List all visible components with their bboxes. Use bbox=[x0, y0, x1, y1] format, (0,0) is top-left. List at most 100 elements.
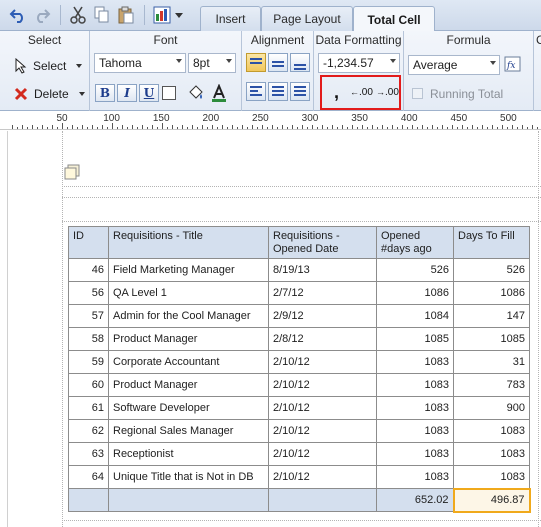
table-cell[interactable]: Unique Title that is Not in DB bbox=[108, 465, 269, 489]
table-cell[interactable]: Product Manager bbox=[108, 327, 269, 351]
report-table[interactable]: ID Requisitions - Title Requisitions - O… bbox=[68, 226, 531, 513]
table-cell[interactable]: 58 bbox=[68, 327, 109, 351]
table-cell[interactable]: QA Level 1 bbox=[108, 281, 269, 305]
border-icon[interactable] bbox=[162, 86, 176, 100]
table-cell[interactable]: 1086 bbox=[453, 281, 530, 305]
table-cell[interactable]: 1083 bbox=[376, 442, 454, 466]
underline-button[interactable]: U bbox=[139, 84, 159, 102]
table-row[interactable]: 57 Admin for the Cool Manager 2/9/12 1084 14… bbox=[68, 304, 530, 328]
table-row[interactable]: 63 Receptionist 2/10/12 1083 1083 bbox=[68, 442, 530, 466]
undo-icon[interactable] bbox=[8, 5, 28, 25]
paste-icon[interactable] bbox=[116, 5, 136, 25]
table-cell[interactable]: 1083 bbox=[453, 465, 530, 489]
align-bottom-button[interactable] bbox=[290, 53, 310, 72]
table-cell[interactable]: Product Manager bbox=[108, 373, 269, 397]
table-cell[interactable]: Software Developer bbox=[108, 396, 269, 420]
table-cell[interactable]: 1086 bbox=[376, 281, 454, 305]
number-format-dropdown[interactable]: -1,234.57 bbox=[318, 53, 400, 73]
copy-icon[interactable] bbox=[92, 5, 112, 25]
align-right-button[interactable] bbox=[290, 82, 310, 101]
selected-total-cell[interactable]: 496.87 bbox=[452, 487, 531, 513]
formula-dropdown[interactable]: Average bbox=[408, 55, 500, 75]
table-row[interactable]: 56 QA Level 1 2/7/12 1086 1086 bbox=[68, 281, 530, 305]
table-cell[interactable]: 1083 bbox=[376, 465, 454, 489]
table-cell[interactable]: 1083 bbox=[376, 373, 454, 397]
table-cell[interactable]: 56 bbox=[68, 281, 109, 305]
tab-page-layout[interactable]: Page Layout bbox=[261, 6, 353, 31]
table-cell[interactable]: 1083 bbox=[376, 396, 454, 420]
section-icon[interactable] bbox=[64, 164, 80, 183]
redo-icon[interactable] bbox=[32, 5, 52, 25]
table-cell[interactable]: Regional Sales Manager bbox=[108, 419, 269, 443]
totals-row[interactable]: 652.02 496.87 bbox=[68, 487, 531, 513]
table-cell[interactable]: 57 bbox=[68, 304, 109, 328]
table-cell[interactable]: 1085 bbox=[376, 327, 454, 351]
table-cell[interactable]: Corporate Accountant bbox=[108, 350, 269, 374]
font-color-icon[interactable] bbox=[210, 83, 228, 105]
table-row[interactable]: 62 Regional Sales Manager 2/10/12 1083 1083 bbox=[68, 419, 530, 443]
font-size-dropdown[interactable]: 8pt bbox=[188, 53, 236, 73]
table-cell[interactable]: 526 bbox=[376, 258, 454, 282]
table-cell[interactable]: 1085 bbox=[453, 327, 530, 351]
table-cell[interactable]: 2/7/12 bbox=[268, 281, 377, 305]
table-cell[interactable]: 2/10/12 bbox=[268, 419, 377, 443]
table-cell[interactable]: 62 bbox=[68, 419, 109, 443]
table-cell[interactable]: 783 bbox=[453, 373, 530, 397]
formula-fx-icon[interactable]: fx bbox=[504, 55, 522, 76]
table-cell[interactable]: 900 bbox=[453, 396, 530, 420]
total-cell[interactable] bbox=[68, 488, 109, 512]
chevron-down-icon[interactable] bbox=[175, 13, 183, 18]
column-header[interactable]: Opened #days ago bbox=[376, 226, 454, 259]
table-cell[interactable]: Admin for the Cool Manager bbox=[108, 304, 269, 328]
tab-total-cell[interactable]: Total Cell bbox=[353, 6, 435, 32]
table-cell[interactable]: 2/10/12 bbox=[268, 396, 377, 420]
table-cell[interactable]: 60 bbox=[68, 373, 109, 397]
table-cell[interactable]: 526 bbox=[453, 258, 530, 282]
column-header[interactable]: Days To Fill bbox=[453, 226, 530, 259]
align-top-button[interactable] bbox=[246, 53, 266, 72]
column-header[interactable]: Requisitions - Title bbox=[108, 226, 269, 259]
table-cell[interactable]: 2/10/12 bbox=[268, 442, 377, 466]
table-cell[interactable]: 31 bbox=[453, 350, 530, 374]
bold-button[interactable]: B bbox=[95, 84, 115, 102]
table-row[interactable]: 60 Product Manager 2/10/12 1083 783 bbox=[68, 373, 530, 397]
delete-button[interactable]: Delete bbox=[14, 87, 85, 101]
total-cell[interactable] bbox=[108, 488, 269, 512]
table-cell[interactable]: 1084 bbox=[376, 304, 454, 328]
table-cell[interactable]: 46 bbox=[68, 258, 109, 282]
table-cell[interactable]: 59 bbox=[68, 350, 109, 374]
table-cell[interactable]: 2/10/12 bbox=[268, 373, 377, 397]
table-cell[interactable]: 2/10/12 bbox=[268, 465, 377, 489]
font-name-dropdown[interactable]: Tahoma bbox=[94, 53, 186, 73]
italic-button[interactable]: I bbox=[117, 84, 137, 102]
table-row[interactable]: 46 Field Marketing Manager 8/19/13 526 526 bbox=[68, 258, 530, 282]
tab-insert[interactable]: Insert bbox=[200, 6, 261, 31]
table-cell[interactable]: 63 bbox=[68, 442, 109, 466]
column-header[interactable]: Requisitions - Opened Date bbox=[268, 226, 377, 259]
table-row[interactable]: 64 Unique Title that is Not in DB 2/10/12 1… bbox=[68, 465, 530, 489]
table-cell[interactable]: 147 bbox=[453, 304, 530, 328]
running-total-checkbox[interactable] bbox=[412, 88, 423, 99]
select-button[interactable]: Select bbox=[14, 58, 83, 74]
total-cell[interactable]: 652.02 bbox=[376, 488, 454, 512]
fill-color-icon[interactable] bbox=[187, 84, 205, 105]
column-header[interactable]: ID bbox=[68, 226, 109, 259]
table-cell[interactable]: 1083 bbox=[453, 419, 530, 443]
table-row[interactable]: 61 Software Developer 2/10/12 1083 900 bbox=[68, 396, 530, 420]
table-row[interactable]: 58 Product Manager 2/8/12 1085 1085 bbox=[68, 327, 530, 351]
table-cell[interactable]: 2/9/12 bbox=[268, 304, 377, 328]
table-cell[interactable]: Field Marketing Manager bbox=[108, 258, 269, 282]
table-row[interactable]: 59 Corporate Accountant 2/10/12 1083 31 bbox=[68, 350, 530, 374]
align-middle-button[interactable] bbox=[268, 53, 288, 72]
table-cell[interactable]: Receptionist bbox=[108, 442, 269, 466]
cut-icon[interactable] bbox=[68, 5, 88, 25]
insert-object-icon[interactable] bbox=[152, 5, 172, 25]
align-left-button[interactable] bbox=[246, 82, 266, 101]
total-cell[interactable] bbox=[268, 488, 377, 512]
table-cell[interactable]: 1083 bbox=[453, 442, 530, 466]
table-cell[interactable]: 61 bbox=[68, 396, 109, 420]
table-cell[interactable]: 1083 bbox=[376, 350, 454, 374]
table-cell[interactable]: 8/19/13 bbox=[268, 258, 377, 282]
table-cell[interactable]: 2/10/12 bbox=[268, 350, 377, 374]
table-cell[interactable]: 2/8/12 bbox=[268, 327, 377, 351]
